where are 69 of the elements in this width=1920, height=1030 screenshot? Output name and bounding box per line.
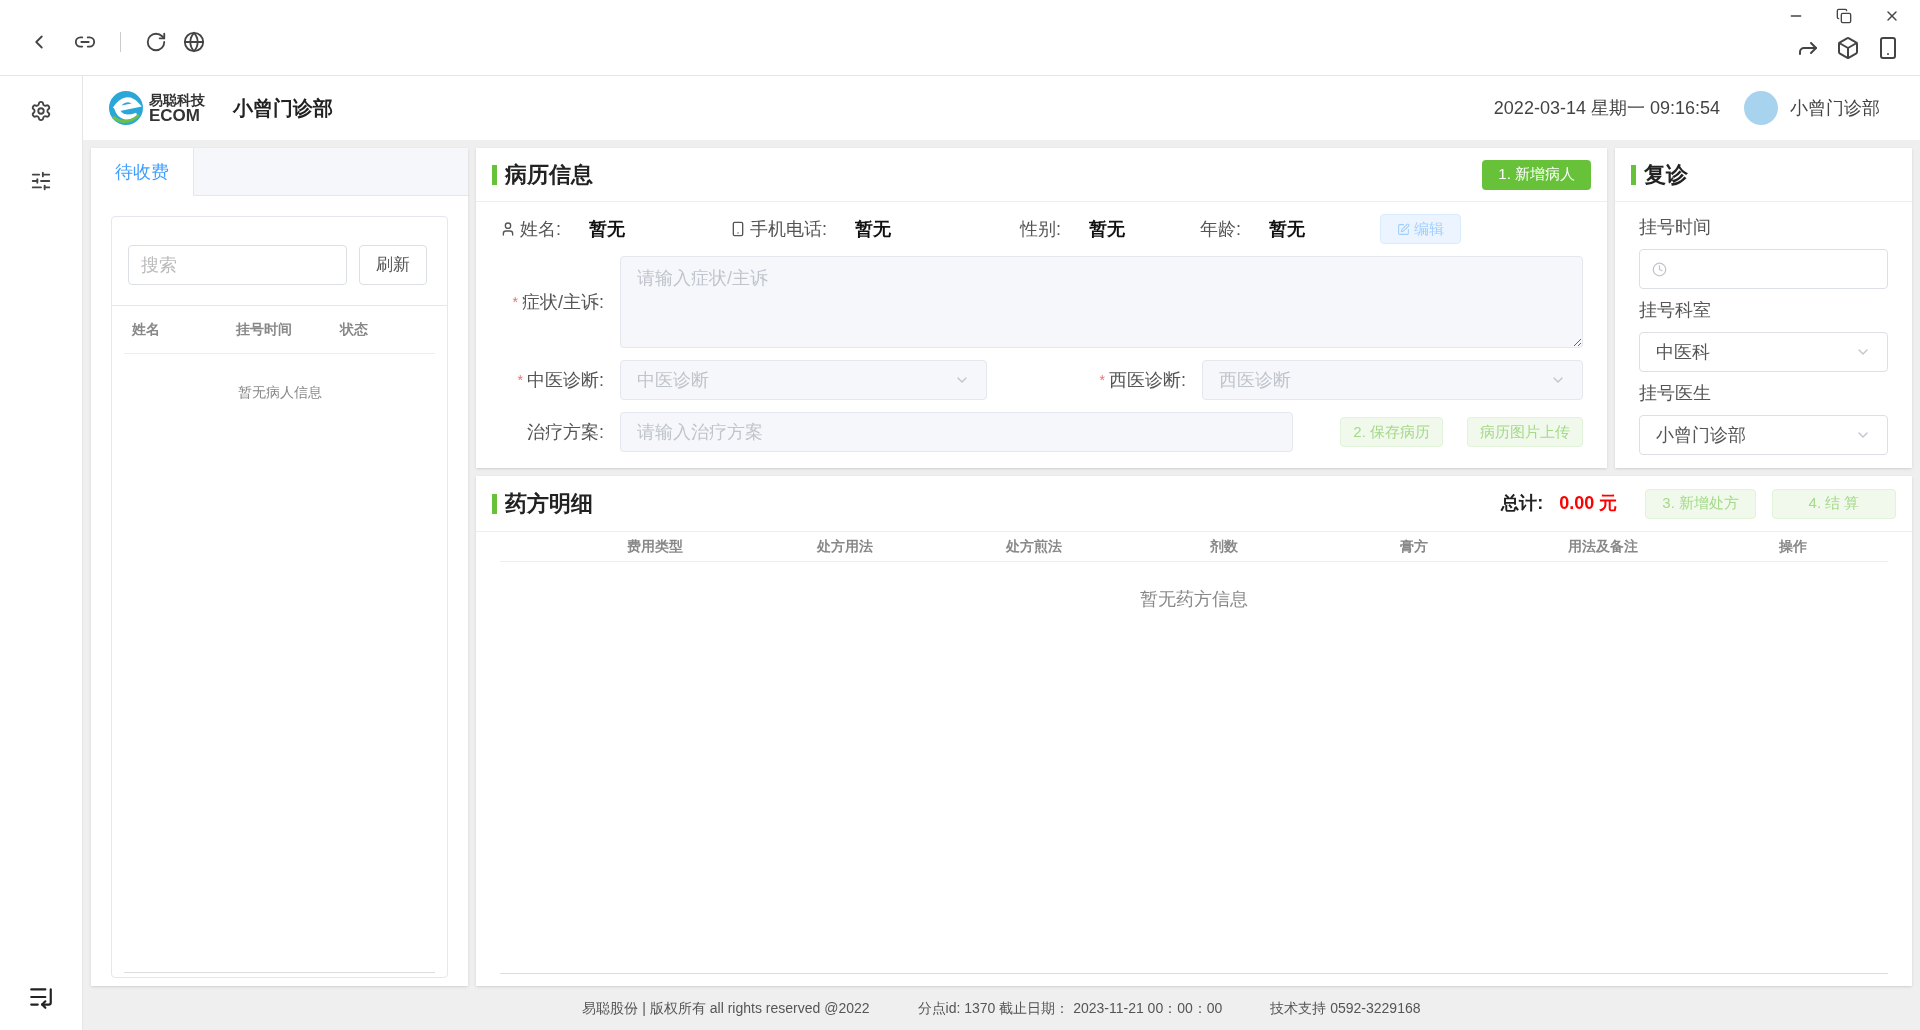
select-field[interactable]: 小曾门诊部 (1639, 415, 1888, 455)
field-label: 挂号科室 (1639, 299, 1712, 322)
user-name: 小曾门诊部 (1790, 96, 1880, 120)
column-header: 姓名 (131, 320, 161, 339)
info-value: 暂无 (589, 217, 625, 241)
person-icon (500, 221, 516, 237)
save-record-button[interactable]: 2. 保存病历 (1340, 417, 1443, 447)
footer-text: 易聪股份 | 版权所有 all rights reserved @2022 (582, 998, 870, 1018)
reload-icon[interactable] (145, 30, 167, 53)
new-patient-button[interactable]: 1. 新增病人 (1482, 159, 1591, 190)
field-label: 症状/主诉: (522, 290, 604, 314)
logo-text: 易聪科技 (149, 92, 205, 107)
field-label: 中医诊断: (527, 368, 604, 392)
section-title: 病历信息 (505, 161, 593, 189)
refresh-button[interactable]: 刷新 (359, 245, 427, 285)
add-prescription-button[interactable]: 3. 新增处方 (1645, 488, 1756, 519)
field-label: 挂号时间 (1639, 216, 1712, 239)
info-value: 暂无 (1269, 217, 1305, 241)
clinic-name: 小曾门诊部 (233, 96, 333, 121)
phone-icon (730, 221, 746, 237)
logo-text: ECOM (149, 106, 200, 124)
column-header: 处方用法 (815, 537, 874, 556)
info-value: 暂无 (1089, 217, 1125, 241)
upload-image-button[interactable]: 病历图片上传 (1467, 417, 1583, 447)
info-value: 暂无 (855, 217, 891, 241)
column-header: 操作 (1778, 537, 1809, 556)
column-header: 膏方 (1398, 537, 1429, 556)
field-label: 治疗方案: (527, 420, 604, 444)
total-amount: 0.00 元 (1559, 492, 1618, 515)
required-mark: * (517, 371, 523, 390)
select-field[interactable]: 中医科 (1639, 332, 1888, 372)
column-header: 挂号时间 (235, 320, 294, 339)
restore-icon[interactable] (1836, 8, 1852, 24)
settings-icon[interactable] (30, 100, 52, 122)
sliders-icon[interactable] (30, 170, 52, 192)
column-header: 状态 (338, 320, 369, 339)
tab[interactable]: 待收费 (91, 148, 194, 196)
column-header: 费用类型 (625, 537, 684, 556)
settle-button[interactable]: 4. 结 算 (1772, 488, 1896, 519)
required-mark: * (512, 293, 518, 312)
accent-bar (492, 493, 497, 514)
cube-icon[interactable] (1836, 36, 1860, 60)
empty-message: 暂无药方信息 (1140, 588, 1248, 611)
total-label: 总计: (1501, 492, 1544, 515)
field-label: 西医诊断: (1109, 368, 1186, 392)
footer-text: 分点id: 1370 截止日期： 2023-11-21 00：00：00 (917, 998, 1223, 1018)
edit-button[interactable]: 编辑 (1380, 214, 1461, 244)
column-header: 剂数 (1209, 537, 1239, 556)
accent-bar (492, 164, 497, 185)
clock-icon (1652, 261, 1667, 277)
field-label: 挂号医生 (1639, 382, 1712, 405)
column-header: 处方煎法 (1005, 537, 1064, 556)
empty-message: 暂无病人信息 (237, 383, 322, 402)
logo-icon (107, 89, 145, 127)
footer-text: 技术支持 0592-3229168 (1270, 998, 1421, 1018)
required-mark: * (1099, 371, 1105, 390)
info-label: 手机电话: (750, 217, 827, 241)
section-title: 复诊 (1644, 161, 1688, 189)
column-header: 用法及备注 (1567, 537, 1640, 556)
info-label: 年龄: (1200, 217, 1241, 241)
section-title: 药方明细 (505, 490, 593, 518)
globe-icon[interactable] (183, 30, 205, 53)
datetime: 2022-03-14 星期一 09:16:54 (1493, 96, 1720, 120)
avatar (1744, 91, 1778, 125)
accent-bar (1631, 164, 1636, 185)
search-field[interactable]: 搜索 (128, 245, 347, 285)
edit-icon (1397, 222, 1410, 236)
info-label: 姓名: (520, 217, 561, 241)
info-label: 性别: (1020, 217, 1061, 241)
